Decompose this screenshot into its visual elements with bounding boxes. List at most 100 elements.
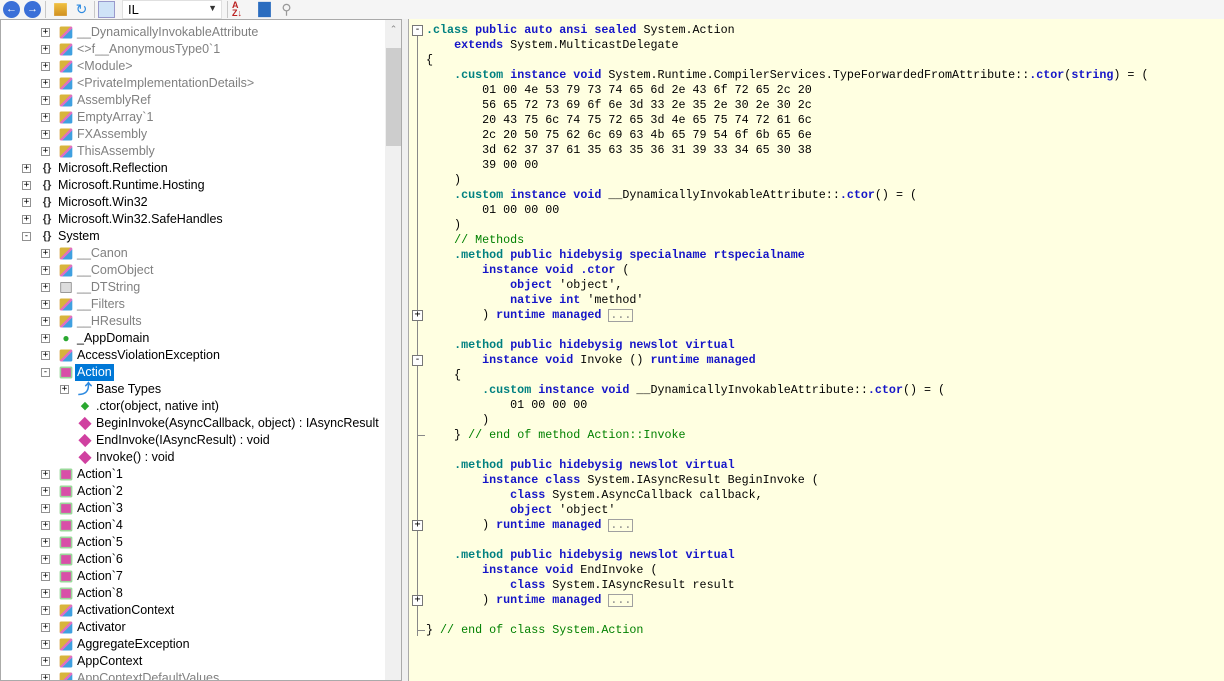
tree-item[interactable]: + FXAssembly — [1, 126, 385, 143]
expand-icon[interactable]: + — [60, 385, 69, 394]
tree-item[interactable]: - Action — [1, 364, 385, 381]
tree-item[interactable]: + EmptyArray`1 — [1, 109, 385, 126]
tree-item[interactable]: + Action`8 — [1, 585, 385, 602]
directive: .method — [454, 338, 504, 352]
expand-icon[interactable]: + — [22, 215, 31, 224]
tree-item[interactable]: + AggregateException — [1, 636, 385, 653]
expand-icon[interactable]: + — [41, 283, 50, 292]
expand-icon[interactable]: + — [41, 147, 50, 156]
tree-item[interactable]: + Action`4 — [1, 517, 385, 534]
forward-icon[interactable]: → — [24, 1, 41, 18]
tree-item[interactable]: + ThisAssembly — [1, 143, 385, 160]
tree-item[interactable]: + Action`5 — [1, 534, 385, 551]
tree-item[interactable]: + Action`7 — [1, 568, 385, 585]
tree-item[interactable]: + <>f__AnonymousType0`1 — [1, 41, 385, 58]
tree-item[interactable]: Invoke() : void — [1, 449, 385, 466]
expand-icon[interactable]: + — [41, 113, 50, 122]
tree-item[interactable]: + ActivationContext — [1, 602, 385, 619]
expand-icon[interactable]: + — [22, 164, 31, 173]
fold-collapse-icon[interactable]: - — [412, 355, 423, 366]
expand-icon[interactable]: + — [41, 657, 50, 666]
tree-item[interactable]: + {} Microsoft.Win32.SafeHandles — [1, 211, 385, 228]
tree-item[interactable]: + __HResults — [1, 313, 385, 330]
collapse-icon[interactable]: - — [22, 232, 31, 241]
tree-scrollbar[interactable]: ⌃ — [385, 20, 401, 680]
expand-icon[interactable]: + — [41, 266, 50, 275]
tree-item[interactable]: BeginInvoke(AsyncCallback, object) : IAs… — [1, 415, 385, 432]
expand-icon[interactable]: + — [41, 130, 50, 139]
expand-icon[interactable]: + — [41, 572, 50, 581]
keyword: public hidebysig specialname rtspecialna… — [510, 248, 805, 262]
tree-item[interactable]: + Action`1 — [1, 466, 385, 483]
assembly-tree[interactable]: + __DynamicallyInvokableAttribute + <>f__An… — [0, 19, 402, 681]
sort-icon[interactable]: A Z↓ — [232, 1, 249, 18]
expand-icon[interactable]: + — [41, 249, 50, 258]
expand-icon[interactable]: + — [41, 28, 50, 37]
tree-item[interactable]: + {} Microsoft.Runtime.Hosting — [1, 177, 385, 194]
collapsed-block[interactable]: ... — [608, 309, 634, 322]
expand-icon[interactable]: + — [41, 96, 50, 105]
refresh-icon[interactable]: ↻ — [73, 1, 90, 18]
tree-item[interactable]: + __Filters — [1, 296, 385, 313]
code-text: 01 00 00 00 — [426, 398, 588, 412]
tree-item[interactable]: + AppContext — [1, 653, 385, 670]
language-dropdown[interactable]: IL ▼ — [122, 0, 222, 19]
fold-collapse-icon[interactable]: - — [412, 25, 423, 36]
expand-icon[interactable]: + — [41, 521, 50, 530]
collapse-icon[interactable]: - — [41, 368, 50, 377]
tree-item[interactable]: ◆ .ctor(object, native int) — [1, 398, 385, 415]
tree-item[interactable]: + <Module> — [1, 58, 385, 75]
expand-icon[interactable]: + — [41, 470, 50, 479]
open-file-icon[interactable] — [54, 3, 67, 16]
browse-icon[interactable] — [258, 1, 271, 18]
expand-icon[interactable]: + — [22, 181, 31, 190]
delegate-icon — [59, 553, 73, 566]
expand-icon[interactable]: + — [41, 79, 50, 88]
collapsed-block[interactable]: ... — [608, 519, 634, 532]
fold-expand-icon[interactable]: + — [412, 520, 423, 531]
search-icon[interactable]: ⚲ — [278, 1, 295, 18]
tree-item[interactable]: + __DTString — [1, 279, 385, 296]
tree-item[interactable]: + Action`3 — [1, 500, 385, 517]
tree-item[interactable]: + ⤴ Base Types — [1, 381, 385, 398]
collapsed-block[interactable]: ... — [608, 594, 634, 607]
expand-icon[interactable]: + — [41, 589, 50, 598]
back-icon[interactable]: ← — [3, 1, 20, 18]
expand-icon[interactable]: + — [41, 606, 50, 615]
expand-icon[interactable]: + — [41, 487, 50, 496]
il-code-view[interactable]: .class public auto ansi sealed System.Ac… — [408, 19, 1224, 681]
show-internal-icon[interactable] — [98, 1, 115, 18]
fold-expand-icon[interactable]: + — [412, 595, 423, 606]
fold-expand-icon[interactable]: + — [412, 310, 423, 321]
tree-item[interactable]: + __DynamicallyInvokableAttribute — [1, 24, 385, 41]
tree-item[interactable]: EndInvoke(IAsyncResult) : void — [1, 432, 385, 449]
tree-item[interactable]: + Activator — [1, 619, 385, 636]
tree-item[interactable]: - {} System — [1, 228, 385, 245]
scroll-up-icon[interactable]: ⌃ — [385, 24, 401, 35]
tree-item[interactable]: + __ComObject — [1, 262, 385, 279]
expand-icon[interactable]: + — [41, 45, 50, 54]
expand-icon[interactable]: + — [41, 62, 50, 71]
expand-icon[interactable]: + — [41, 538, 50, 547]
tree-item[interactable]: + Action`2 — [1, 483, 385, 500]
tree-item[interactable]: + AppContextDefaultValues — [1, 670, 385, 680]
expand-icon[interactable]: + — [41, 300, 50, 309]
tree-item[interactable]: + __Canon — [1, 245, 385, 262]
expand-icon[interactable]: + — [41, 351, 50, 360]
tree-item[interactable]: + {} Microsoft.Reflection — [1, 160, 385, 177]
expand-icon[interactable]: + — [41, 555, 50, 564]
tree-item[interactable]: + {} Microsoft.Win32 — [1, 194, 385, 211]
tree-item[interactable]: + <PrivateImplementationDetails> — [1, 75, 385, 92]
expand-icon[interactable]: + — [41, 334, 50, 343]
tree-item[interactable]: + AssemblyRef — [1, 92, 385, 109]
tree-item[interactable]: + AccessViolationException — [1, 347, 385, 364]
expand-icon[interactable]: + — [41, 317, 50, 326]
expand-icon[interactable]: + — [41, 674, 50, 680]
tree-item[interactable]: + ● _AppDomain — [1, 330, 385, 347]
expand-icon[interactable]: + — [41, 640, 50, 649]
expand-icon[interactable]: + — [22, 198, 31, 207]
expand-icon[interactable]: + — [41, 504, 50, 513]
scrollbar-thumb[interactable] — [386, 48, 401, 146]
expand-icon[interactable]: + — [41, 623, 50, 632]
tree-item[interactable]: + Action`6 — [1, 551, 385, 568]
